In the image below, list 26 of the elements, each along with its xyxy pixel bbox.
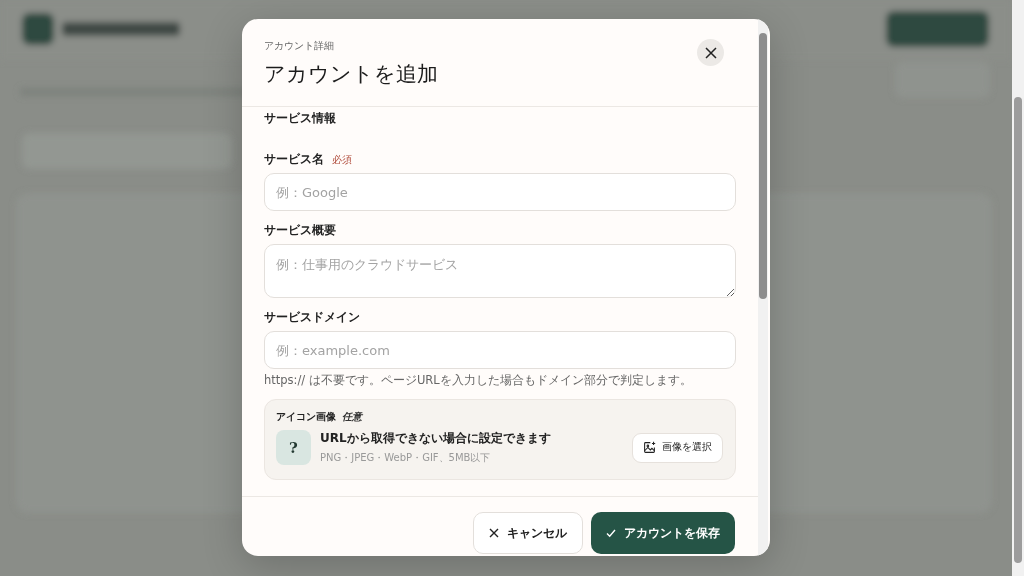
description-text: URLから取得できない場合に設定できます [320, 430, 552, 448]
save-button[interactable]: アカウントを保存 [591, 512, 735, 554]
format-text: PNG・JPEG・WebP・GIF、5MB以下 [320, 451, 492, 466]
text-field[interactable]: 例：Google [264, 173, 736, 211]
field-label: サービス概要 [264, 223, 336, 238]
section-title: サービス情報 [264, 111, 337, 126]
dialog-eyebrow: アカウント詳細 [264, 39, 335, 53]
close-button[interactable] [697, 39, 724, 66]
optional-tag: 任意 [342, 410, 362, 425]
question-mark: ? [289, 438, 298, 457]
description-field[interactable]: 例：仕事用のクラウドサービス [264, 244, 736, 298]
check-icon [606, 528, 616, 538]
field-label: サービスドメイン [264, 310, 360, 325]
close-icon [489, 528, 499, 538]
section-label: アイコン画像 [276, 410, 336, 425]
text-field[interactable]: 例：example.com [264, 331, 736, 369]
cancel-button[interactable]: キャンセル [473, 512, 583, 554]
image-add-icon [643, 441, 656, 455]
field-label: サービス名 [264, 152, 324, 167]
dialog-title: アカウントを追加 [264, 61, 438, 88]
hint-text: https:// は不要です。ページURLを入力した場合もドメイン部分で判定します。 [264, 373, 693, 388]
dialog-scrollbar[interactable] [758, 19, 768, 556]
close-icon [704, 46, 717, 59]
select-image-button[interactable]: 画像を選択 [632, 432, 723, 463]
page-scrollbar[interactable] [1012, 0, 1024, 576]
required-tag: 必須 [332, 153, 352, 167]
